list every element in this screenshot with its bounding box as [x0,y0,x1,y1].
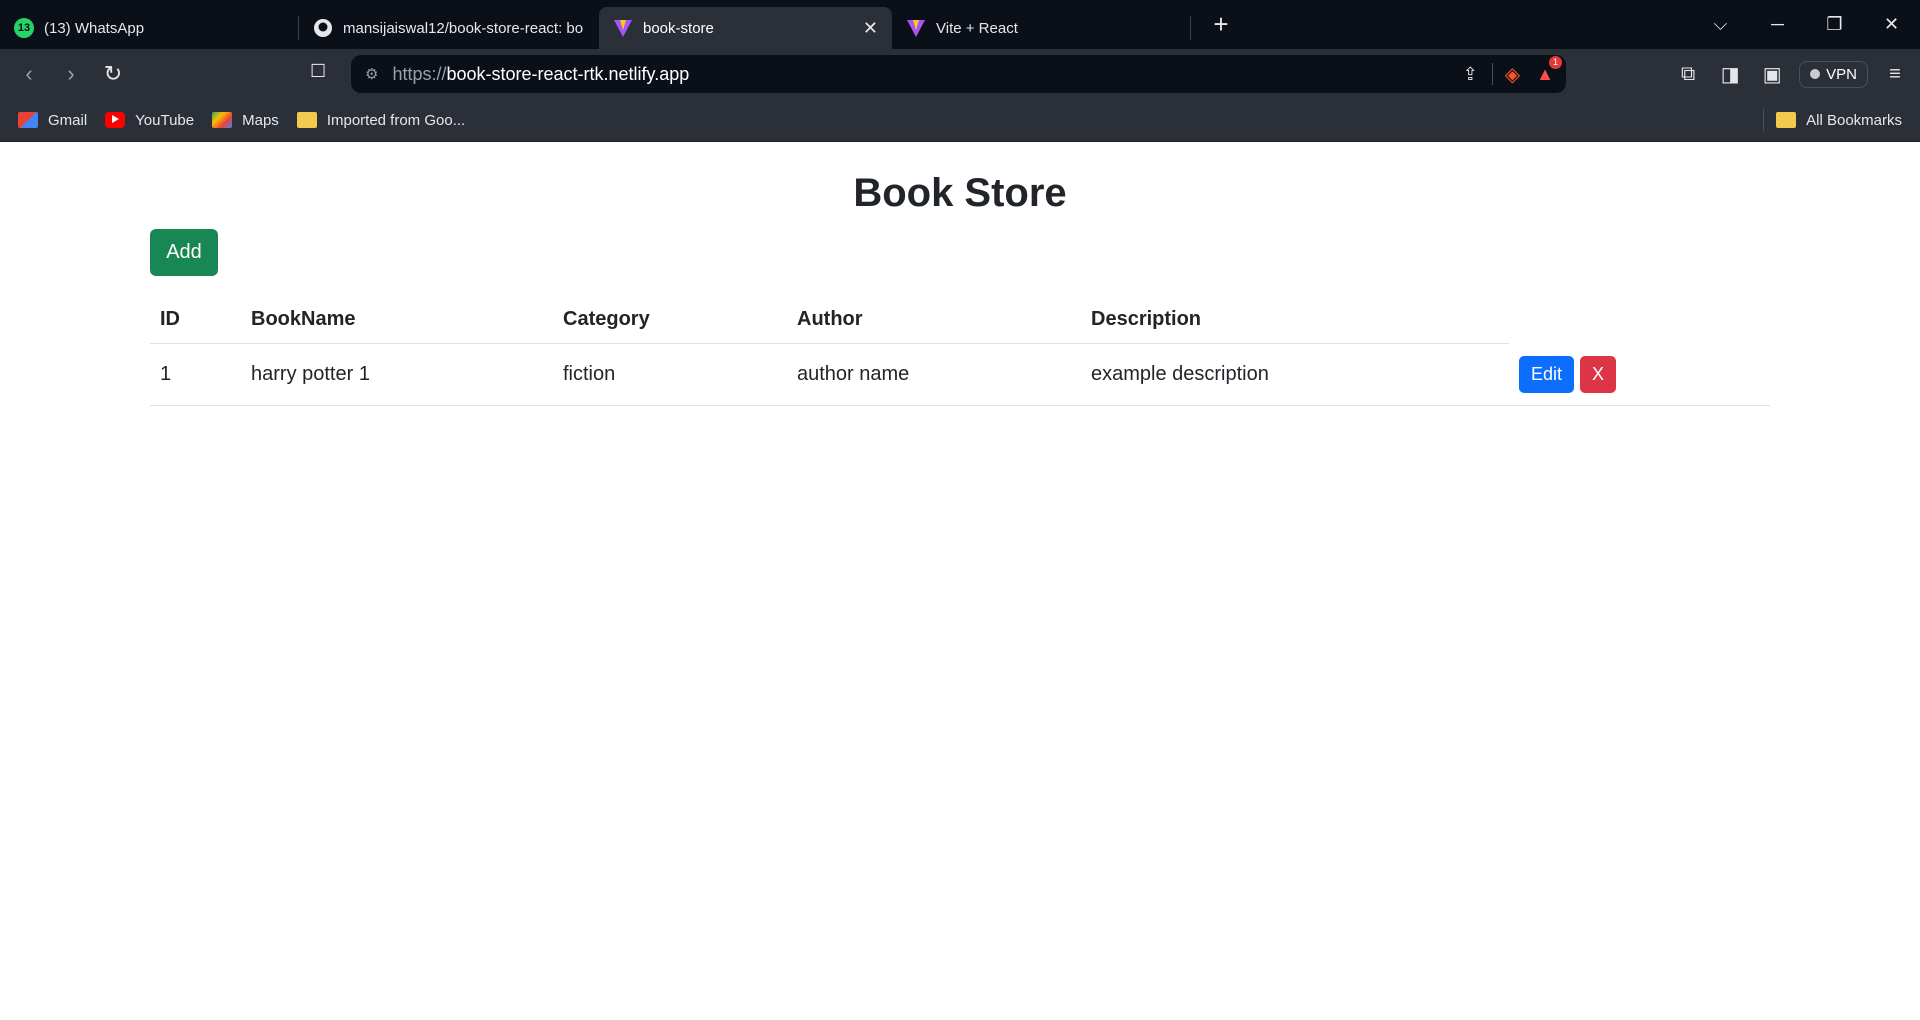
whatsapp-icon: 13 [14,18,34,38]
cell-bookname: harry potter 1 [241,343,553,406]
vite-icon [906,18,926,38]
brave-rewards-icon[interactable]: ▲ 1 [1536,55,1562,85]
books-table: ID BookName Category Author Description … [150,296,1770,406]
cell-author: author name [787,343,1081,406]
url-host: book-store-react-rtk.netlify.app [446,63,690,84]
address-bar[interactable]: ⚙ https://book-store-react-rtk.netlify.a… [351,55,1566,93]
tab-whatsapp[interactable]: 13 (13) WhatsApp [0,7,298,49]
sidebar-icon[interactable]: ◨ [1715,62,1745,87]
add-book-button[interactable]: Add [150,229,218,276]
folder-icon [1776,112,1797,128]
page-title: Book Store [853,171,1067,215]
cell-description: example description [1081,343,1509,406]
gmail-icon [18,112,38,128]
bookmark-label: YouTube [135,111,195,129]
restore-icon[interactable]: ❐ [1806,14,1863,35]
divider [1491,63,1493,85]
bookmark-imported-folder[interactable]: Imported from Goo... [296,111,466,129]
header-author: Author [787,296,1081,344]
cell-category: fiction [553,343,787,406]
container: Book Store Add ID BookName Category Auth… [150,141,1770,406]
header-id: ID [150,296,241,344]
header-description: Description [1081,296,1509,344]
close-window-icon[interactable]: ✕ [1863,14,1920,35]
tab-title: Vite + React [936,19,1018,37]
tab-title: book-store [643,19,714,37]
extensions-icon[interactable]: ⧉ [1673,63,1703,86]
tab-vite-react[interactable]: Vite + React [892,7,1190,49]
tab-title: (13) WhatsApp [44,19,145,37]
bookmark-label: Imported from Goo... [326,111,466,129]
toolbar-right: ⧉ ◨ ▣ VPN ≡ [1673,57,1910,91]
all-bookmarks[interactable]: All Bookmarks [1763,109,1902,131]
delete-button[interactable]: X [1580,355,1617,393]
maps-icon [212,112,233,128]
browser-toolbar: ‹ › ↻ ☐ ⚙ https://book-store-react-rtk.n… [0,49,1920,99]
url-protocol: https:// [392,63,447,84]
all-bookmarks-label: All Bookmarks [1806,111,1902,129]
close-tab-icon[interactable]: ✕ [863,18,878,39]
bookmarks-bar: Gmail YouTube Maps Imported from Goo... … [0,99,1920,142]
header-category: Category [553,296,787,344]
tab-book-store[interactable]: book-store ✕ [599,7,892,49]
bookmark-gmail[interactable]: Gmail [18,112,87,129]
table-header-row: ID BookName Category Author Description [150,296,1770,344]
github-icon [313,18,333,38]
tab-title: mansijaiswal12/book-store-react: bo [343,19,583,37]
cell-actions: Edit X [1509,343,1770,406]
reload-icon[interactable]: ↻ [92,61,134,87]
minimize-icon[interactable]: ─ [1749,14,1806,35]
youtube-icon [105,112,126,128]
forward-icon[interactable]: › [50,61,92,87]
folder-icon [296,112,317,128]
brave-shields-icon[interactable]: ◈ [1505,62,1520,87]
edit-button[interactable]: Edit [1519,355,1575,393]
vpn-label: VPN [1826,65,1857,83]
bookmark-icon[interactable]: ☐ [310,61,326,82]
bookmark-label: Gmail [48,111,88,129]
header-bookname: BookName [241,296,553,344]
header-actions [1509,296,1770,344]
vite-icon [613,18,633,38]
cell-id: 1 [150,343,241,406]
vpn-button[interactable]: VPN [1799,60,1868,88]
window-controls: ⌵ ─ ❐ ✕ [1692,0,1920,49]
bookmark-maps[interactable]: Maps [212,112,279,129]
new-tab-button[interactable]: + [1201,9,1241,40]
wallet-icon[interactable]: ▣ [1757,62,1787,87]
share-icon[interactable]: ⇪ [1463,64,1478,85]
tab-separator [1190,16,1191,40]
bookmark-youtube[interactable]: YouTube [105,112,194,129]
bookmark-label: Maps [242,111,279,129]
back-icon[interactable]: ‹ [8,61,50,87]
menu-icon[interactable]: ≡ [1880,63,1910,86]
web-page: Book Store Add ID BookName Category Auth… [0,141,1920,1020]
notification-badge: 1 [1549,55,1562,69]
site-settings-icon[interactable]: ⚙ [365,65,378,83]
vpn-status-icon [1810,69,1821,79]
tab-search-icon[interactable]: ⌵ [1692,14,1749,35]
table-row: 1 harry potter 1 fiction author name exa… [150,343,1770,406]
tab-github[interactable]: mansijaiswal12/book-store-react: bo [299,7,599,49]
divider [1763,109,1765,131]
tab-strip: 13 (13) WhatsApp mansijaiswal12/book-sto… [0,0,1920,49]
